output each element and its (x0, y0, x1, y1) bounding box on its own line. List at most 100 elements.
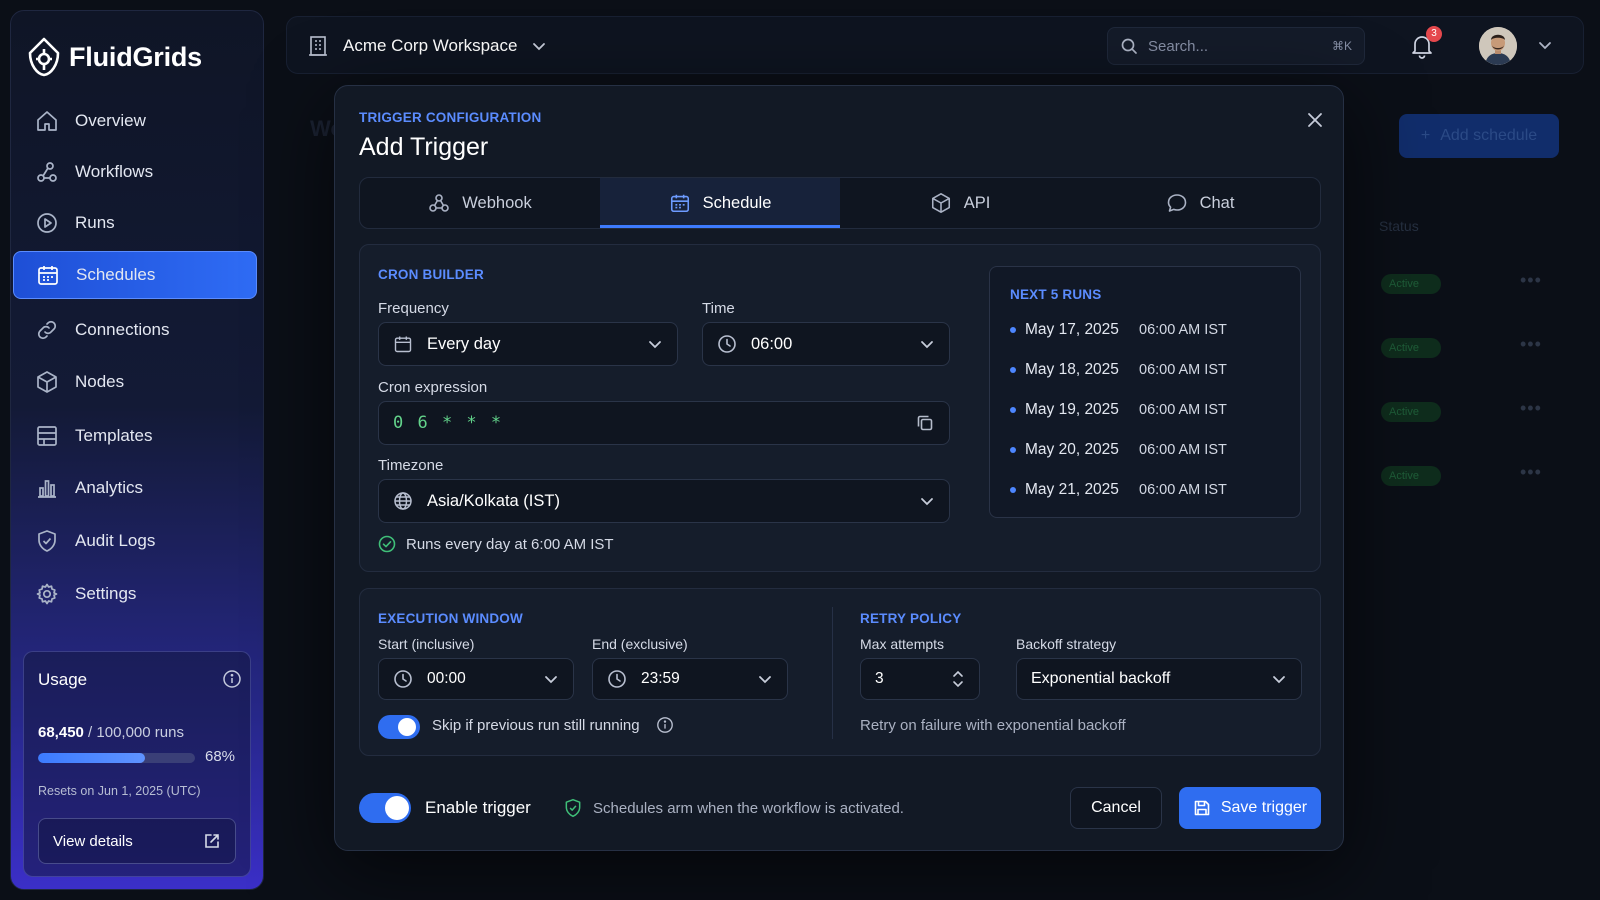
cron-expression-field[interactable]: 0 6 * * * (378, 401, 950, 445)
list-item: May 18, 2025 06:00 AM IST (1010, 361, 1227, 379)
view-details-label: View details (53, 832, 133, 850)
usage-reset-text: Resets on Jun 1, 2025 (UTC) (38, 784, 201, 798)
time-value: 06:00 (751, 334, 793, 353)
search-input[interactable]: Search... ⌘K (1107, 27, 1365, 65)
shield-check-icon (35, 529, 59, 553)
search-icon (1120, 37, 1138, 55)
cron-expression-label: Cron expression (378, 379, 488, 396)
start-time-select[interactable]: 00:00 (378, 658, 574, 700)
list-item: May 21, 2025 06:00 AM IST (1010, 481, 1227, 499)
end-time-value: 23:59 (641, 670, 680, 687)
check-circle-icon (378, 535, 396, 553)
clock-icon (393, 669, 413, 689)
run-time: 06:00 AM IST (1139, 322, 1227, 338)
add-schedule-button: + Add schedule (1399, 114, 1559, 158)
execution-window-heading: EXECUTION WINDOW (378, 611, 523, 626)
sidebar: FluidGrids Overview Workflows Runs Sched… (10, 10, 264, 890)
gear-icon (35, 582, 59, 606)
chevron-down-icon (1271, 671, 1287, 687)
frequency-select[interactable]: Every day (378, 322, 678, 366)
cube-icon (930, 192, 952, 214)
tab-webhook[interactable]: Webhook (360, 178, 600, 228)
plus-icon: + (1420, 127, 1431, 144)
info-icon[interactable] (222, 669, 242, 689)
copy-icon[interactable] (915, 413, 935, 433)
usage-card: Usage 68,450 / 100,000 runs 68% Resets o… (23, 651, 251, 877)
footer-note: Schedules arm when the workflow is activ… (593, 800, 904, 817)
sidebar-item-overview[interactable]: Overview (13, 97, 257, 145)
chevron-down-icon (543, 671, 559, 687)
cancel-button[interactable]: Cancel (1070, 787, 1162, 829)
sidebar-item-schedules[interactable]: Schedules (13, 251, 257, 299)
sidebar-item-runs[interactable]: Runs (13, 199, 257, 247)
backoff-strategy-label: Backoff strategy (1016, 636, 1117, 652)
sidebar-item-analytics[interactable]: Analytics (13, 464, 257, 512)
clock-icon (607, 669, 627, 689)
tab-api[interactable]: API (840, 178, 1080, 228)
account-menu-chevron-icon[interactable] (1537, 37, 1553, 53)
tab-label: Webhook (462, 193, 532, 212)
start-label: Start (inclusive) (378, 636, 475, 652)
workspace-switcher[interactable]: Acme Corp Workspace (307, 35, 547, 57)
app-name: FluidGrids (69, 41, 203, 72)
chat-bubble-icon (1166, 192, 1188, 214)
backoff-strategy-select[interactable]: Exponential backoff (1016, 658, 1302, 700)
enable-trigger-label: Enable trigger (425, 798, 531, 817)
sidebar-item-workflows[interactable]: Workflows (13, 148, 257, 196)
stepper-arrows-icon[interactable] (951, 668, 965, 690)
sidebar-item-label: Connections (75, 320, 170, 339)
chevron-down-icon (919, 493, 935, 509)
sidebar-item-label: Audit Logs (75, 531, 156, 550)
app-logo[interactable]: FluidGrids (27, 37, 202, 77)
save-trigger-button[interactable]: Save trigger (1179, 787, 1321, 829)
skip-overlap-toggle[interactable] (378, 715, 420, 739)
more-icon: ••• (1520, 270, 1542, 290)
sidebar-item-label: Overview (75, 111, 146, 130)
list-item: May 20, 2025 06:00 AM IST (1010, 441, 1227, 459)
chevron-down-icon (919, 336, 935, 352)
sidebar-item-label: Settings (75, 584, 137, 603)
cron-builder-heading: CRON BUILDER (378, 267, 484, 282)
info-icon[interactable] (656, 716, 674, 734)
start-time-value: 00:00 (427, 670, 466, 687)
close-icon[interactable] (1305, 110, 1325, 130)
cron-expression-value: 0 6 * * * (393, 413, 504, 433)
search-shortcut: ⌘K (1331, 39, 1352, 53)
list-item: May 19, 2025 06:00 AM IST (1010, 401, 1227, 419)
end-time-select[interactable]: 23:59 (592, 658, 788, 700)
run-date: May 18, 2025 (1025, 361, 1119, 378)
max-attempts-stepper[interactable]: 3 (860, 658, 980, 700)
run-time: 06:00 AM IST (1139, 482, 1227, 498)
next-runs-heading: NEXT 5 RUNS (1010, 287, 1102, 302)
view-details-button[interactable]: View details (38, 818, 236, 864)
sidebar-item-label: Runs (75, 213, 115, 232)
chevron-down-icon (757, 671, 773, 687)
timezone-select[interactable]: Asia/Kolkata (IST) (378, 479, 950, 523)
end-label: End (exclusive) (592, 636, 688, 652)
usage-progress-fill (38, 753, 145, 763)
frequency-value: Every day (427, 334, 501, 353)
sidebar-item-templates[interactable]: Templates (13, 412, 257, 460)
time-select[interactable]: 06:00 (702, 322, 950, 366)
usage-used: 68,450 (38, 724, 84, 741)
next-runs-panel: NEXT 5 RUNS May 17, 2025 06:00 AM IST Ma… (989, 266, 1301, 518)
modal-eyebrow: TRIGGER CONFIGURATION (359, 110, 542, 125)
time-label: Time (702, 300, 735, 317)
sidebar-item-label: Nodes (75, 372, 125, 391)
tab-chat[interactable]: Chat (1080, 178, 1320, 228)
sidebar-item-audit-logs[interactable]: Audit Logs (13, 517, 257, 565)
timezone-value: Asia/Kolkata (IST) (427, 491, 560, 510)
sidebar-item-settings[interactable]: Settings (13, 570, 257, 618)
sidebar-item-connections[interactable]: Connections (13, 306, 257, 354)
run-date: May 19, 2025 (1025, 401, 1119, 418)
bullet-dot (1010, 327, 1016, 333)
globe-icon (393, 491, 413, 511)
sidebar-item-nodes[interactable]: Nodes (13, 358, 257, 406)
tab-schedule[interactable]: Schedule (600, 178, 840, 228)
cancel-label: Cancel (1091, 799, 1141, 816)
avatar[interactable] (1479, 27, 1517, 65)
fluidgrids-logo-icon (27, 37, 61, 77)
enable-trigger-toggle[interactable] (359, 793, 411, 823)
run-time: 06:00 AM IST (1139, 402, 1227, 418)
bullet-dot (1010, 487, 1016, 493)
